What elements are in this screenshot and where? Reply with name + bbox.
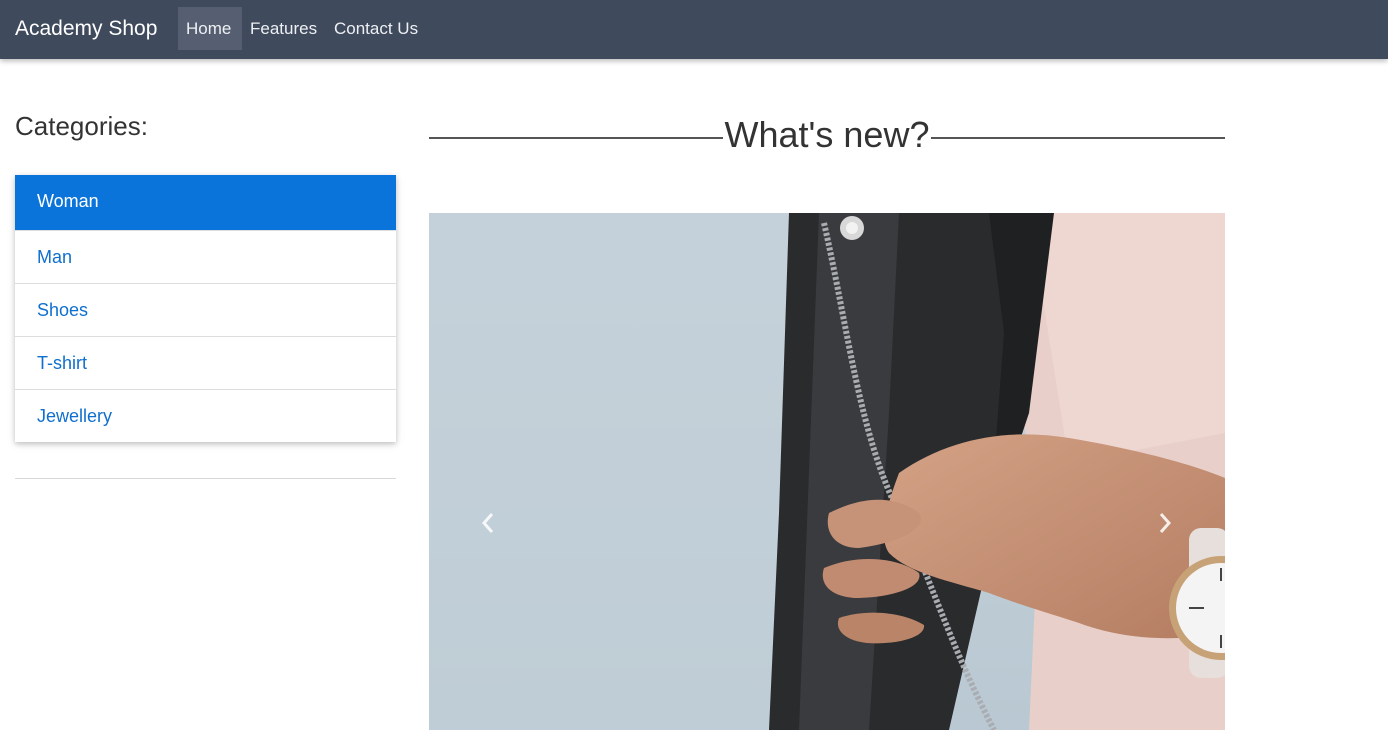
section-title: What's new? — [724, 114, 930, 155]
carousel-prev-button[interactable] — [458, 493, 518, 553]
whats-new-header: What's new? — [429, 112, 1225, 158]
brand-logo[interactable]: Academy Shop — [15, 15, 157, 42]
carousel-next-button[interactable] — [1135, 493, 1195, 553]
category-t-shirt[interactable]: T-shirt — [15, 336, 396, 389]
chevron-right-icon — [1159, 513, 1172, 533]
sidebar-divider — [15, 478, 396, 479]
categories-heading: Categories: — [15, 111, 148, 141]
chevron-left-icon — [481, 513, 494, 533]
nav-contact-us[interactable]: Contact Us — [326, 7, 426, 50]
category-list: Woman Man Shoes T-shirt Jewellery — [15, 175, 396, 442]
nav-home[interactable]: Home — [178, 7, 242, 50]
category-jewellery[interactable]: Jewellery — [15, 389, 396, 442]
category-woman[interactable]: Woman — [15, 175, 396, 230]
nav-features[interactable]: Features — [242, 7, 325, 50]
carousel-image — [429, 213, 1225, 730]
category-shoes[interactable]: Shoes — [15, 283, 396, 336]
image-carousel[interactable] — [429, 213, 1225, 730]
category-man[interactable]: Man — [15, 230, 396, 283]
top-navbar: Academy Shop Home Features Contact Us — [0, 0, 1388, 59]
